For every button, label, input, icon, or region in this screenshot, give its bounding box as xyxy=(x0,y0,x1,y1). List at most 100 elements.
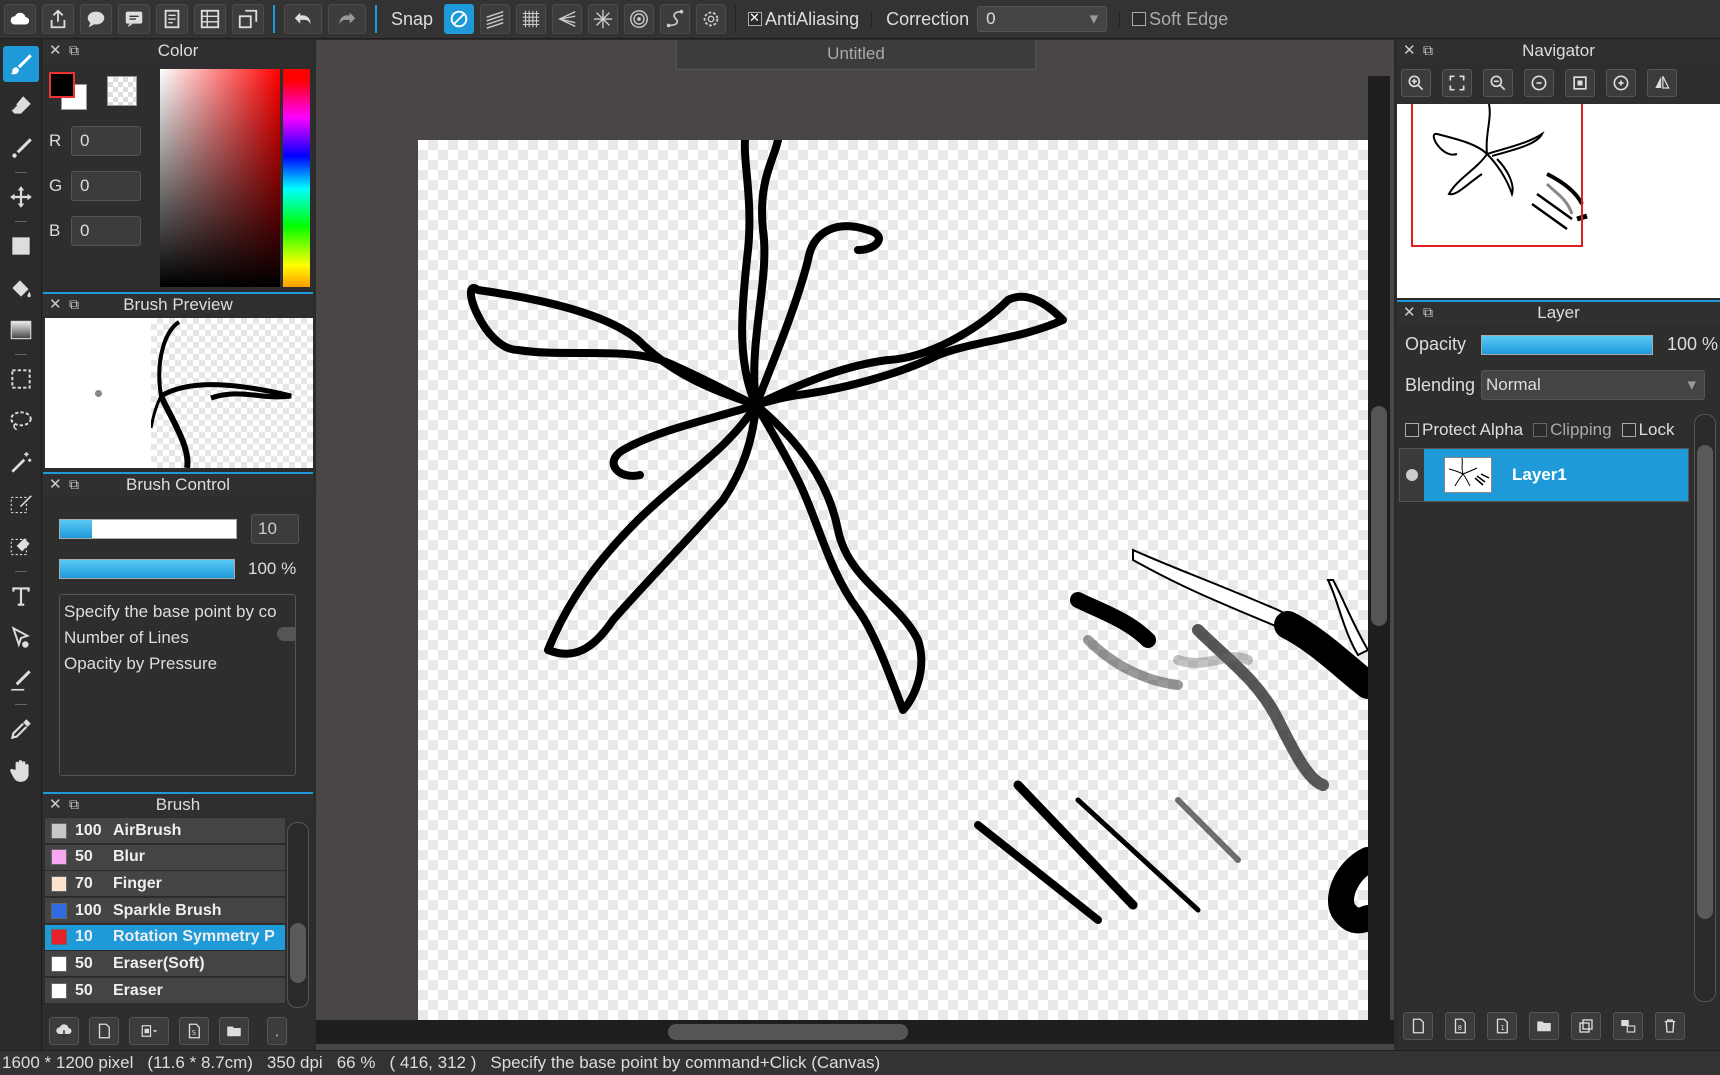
canvas-vertical-scrollbar[interactable] xyxy=(1368,76,1390,1020)
eyedropper-tool[interactable] xyxy=(3,711,39,747)
select-pen-tool[interactable] xyxy=(3,487,39,523)
brush-more-button[interactable] xyxy=(267,1017,287,1045)
cloud-button[interactable] xyxy=(4,4,36,34)
drawing-canvas[interactable] xyxy=(418,140,1368,1020)
close-icon[interactable]: ✕ xyxy=(1403,40,1416,62)
brush-tool[interactable] xyxy=(3,46,39,82)
document-tab[interactable]: Untitled xyxy=(676,40,1036,70)
snap-circle-button[interactable] xyxy=(624,4,655,34)
close-icon[interactable]: ✕ xyxy=(1403,302,1416,324)
navigator-thumbnail[interactable] xyxy=(1397,104,1720,298)
magic-wand-tool[interactable] xyxy=(3,445,39,481)
layer-item[interactable]: Layer1 xyxy=(1399,448,1689,502)
delete-layer-button[interactable] xyxy=(1655,1012,1685,1040)
snap-grid-button[interactable] xyxy=(516,4,547,34)
popout-icon[interactable]: ⧉ xyxy=(69,39,79,61)
brush-item-airbrush[interactable]: 100 AirBrush xyxy=(45,818,285,844)
document-button[interactable] xyxy=(156,4,188,34)
snap-settings-button[interactable] xyxy=(696,4,727,34)
number-of-lines-option[interactable]: Number of Lines xyxy=(64,625,291,651)
popout-icon[interactable]: ⧉ xyxy=(69,293,79,315)
canvas-horizontal-scrollbar[interactable] xyxy=(316,1020,1394,1044)
opacity-by-pressure-option[interactable]: Opacity by Pressure xyxy=(64,651,291,677)
rotate-right-button[interactable] xyxy=(1606,69,1636,97)
panels-button[interactable] xyxy=(232,4,264,34)
brush-item-eraser-soft[interactable]: 50 Eraser(Soft) xyxy=(45,951,285,978)
gradient-tool[interactable] xyxy=(3,312,39,348)
soft-edge-checkbox[interactable]: Soft Edge xyxy=(1132,9,1228,30)
brush-opacity-slider[interactable] xyxy=(59,559,235,579)
undo-button[interactable] xyxy=(284,4,322,34)
rotate-left-button[interactable] xyxy=(1524,69,1554,97)
layer-visibility-toggle[interactable] xyxy=(1400,449,1424,501)
merge-layer-button[interactable] xyxy=(1613,1012,1643,1040)
snap-perspective-button[interactable] xyxy=(552,4,583,34)
fill-tool[interactable] xyxy=(3,270,39,306)
divide-tool[interactable] xyxy=(3,662,39,698)
scrollbar-thumb[interactable] xyxy=(1697,445,1713,919)
g-input[interactable]: 0 xyxy=(71,171,141,201)
lock-checkbox[interactable]: Lock xyxy=(1621,420,1674,440)
brush-duplicate-button[interactable] xyxy=(129,1017,169,1045)
b-input[interactable]: 0 xyxy=(71,216,141,246)
scrollbar-thumb[interactable] xyxy=(1371,406,1387,626)
layer-opacity-slider[interactable] xyxy=(1481,334,1653,355)
fit-view-button[interactable] xyxy=(1442,69,1472,97)
snap-curve-button[interactable] xyxy=(660,4,691,34)
dot-brush-tool[interactable] xyxy=(3,130,39,166)
close-icon[interactable]: ✕ xyxy=(49,294,62,316)
brush-item-sparkle[interactable]: 100 Sparkle Brush xyxy=(45,898,285,925)
zoom-in-button[interactable] xyxy=(1401,69,1431,97)
new-8bit-layer-button[interactable]: 8 xyxy=(1445,1012,1475,1040)
close-icon[interactable]: ✕ xyxy=(49,794,62,816)
list-button[interactable] xyxy=(194,4,226,34)
brush-item-rotation-symmetry[interactable]: 10 Rotation Symmetry P xyxy=(45,924,285,951)
scrollbar-thumb[interactable] xyxy=(668,1024,908,1040)
r-input[interactable]: 0 xyxy=(71,126,141,156)
flip-button[interactable] xyxy=(1647,69,1677,97)
close-icon[interactable]: ✕ xyxy=(49,40,62,62)
brush-item-blur[interactable]: 50 Blur xyxy=(45,844,285,871)
scrollbar-thumb[interactable] xyxy=(290,923,306,983)
hand-tool[interactable] xyxy=(3,753,39,789)
close-icon[interactable]: ✕ xyxy=(49,474,62,496)
new-1bit-layer-button[interactable]: 1 xyxy=(1487,1012,1517,1040)
eraser-tool[interactable] xyxy=(3,88,39,124)
number-of-lines-toggle[interactable] xyxy=(277,627,295,641)
select-eraser-tool[interactable] xyxy=(3,529,39,565)
popout-icon[interactable]: ⧉ xyxy=(69,473,79,495)
rectangle-tool[interactable] xyxy=(3,228,39,264)
operation-tool[interactable] xyxy=(3,620,39,656)
share-button[interactable] xyxy=(42,4,74,34)
snap-radial-button[interactable] xyxy=(588,4,619,34)
layer-list-scrollbar[interactable] xyxy=(1694,414,1716,1002)
transparent-color-swatch[interactable] xyxy=(107,76,137,106)
select-tool[interactable] xyxy=(3,361,39,397)
brush-folder-button[interactable] xyxy=(219,1017,249,1045)
clipping-checkbox[interactable]: Clipping xyxy=(1533,420,1612,440)
new-folder-button[interactable] xyxy=(1529,1012,1559,1040)
comment-button[interactable] xyxy=(80,4,112,34)
lasso-tool[interactable] xyxy=(3,403,39,439)
correction-select[interactable]: 0 xyxy=(977,6,1108,32)
brush-size-slider[interactable] xyxy=(59,519,237,539)
snap-off-button[interactable] xyxy=(444,4,475,34)
brush-script-button[interactable]: S xyxy=(179,1017,209,1045)
text-tool[interactable] xyxy=(3,578,39,614)
duplicate-layer-button[interactable] xyxy=(1571,1012,1601,1040)
message-button[interactable] xyxy=(118,4,150,34)
move-tool[interactable] xyxy=(3,179,39,215)
base-point-option[interactable]: Specify the base point by co xyxy=(64,599,291,625)
hue-slider[interactable] xyxy=(283,69,310,287)
reset-rotation-button[interactable] xyxy=(1565,69,1595,97)
foreground-color-swatch[interactable] xyxy=(49,72,75,98)
brush-list-scrollbar[interactable] xyxy=(287,822,309,1008)
brush-size-input[interactable]: 10 xyxy=(251,514,299,544)
antialiasing-checkbox[interactable]: AntiAliasing xyxy=(748,9,859,30)
popout-icon[interactable]: ⧉ xyxy=(1423,301,1433,323)
popout-icon[interactable]: ⧉ xyxy=(69,793,79,815)
blending-select[interactable]: Normal xyxy=(1481,370,1705,400)
zoom-out-button[interactable] xyxy=(1483,69,1513,97)
popout-icon[interactable]: ⧉ xyxy=(1423,39,1433,61)
brush-item-eraser[interactable]: 50 Eraser xyxy=(45,978,285,1005)
